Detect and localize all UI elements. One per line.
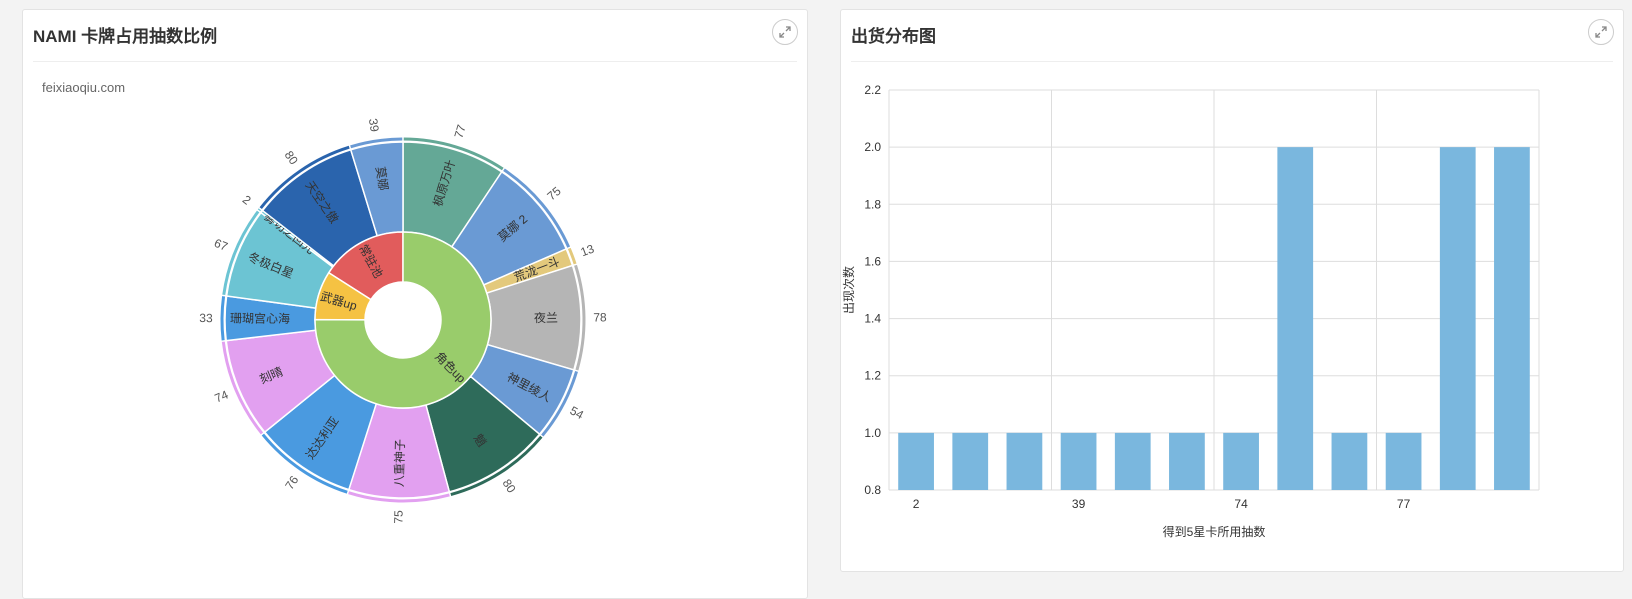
y-axis-title: 出现次数 <box>841 266 856 314</box>
bar[interactable] <box>1114 432 1151 490</box>
sunburst-value-label: 76 <box>282 473 301 492</box>
sunburst-value-label: 80 <box>500 477 519 496</box>
x-tick-label: 2 <box>913 497 920 511</box>
bar[interactable] <box>1223 432 1259 490</box>
bar[interactable] <box>1494 147 1530 490</box>
panel-divider <box>33 61 797 62</box>
panel-title: NAMI 卡牌占用抽数比例 <box>33 27 218 46</box>
sunburst-center <box>365 282 441 358</box>
bar[interactable] <box>898 432 934 490</box>
panel-divider <box>851 61 1613 62</box>
bar[interactable] <box>1006 432 1043 490</box>
y-tick-label: 1.4 <box>864 312 881 326</box>
x-tick-label: 39 <box>1072 497 1086 511</box>
sunburst-value-label: 67 <box>212 236 230 254</box>
sunburst-panel: NAMI 卡牌占用抽数比例 feixiaoqiu.com 枫原万叶 77 莫娜 27… <box>22 9 808 599</box>
bar[interactable] <box>1385 432 1422 490</box>
x-tick-label: 74 <box>1234 497 1248 511</box>
sunburst-outer-label: 珊瑚宫心海 <box>230 310 290 326</box>
y-tick-label: 1.2 <box>864 369 881 383</box>
sunburst-value-label: 77 <box>451 123 468 140</box>
sunburst-rim-arc <box>257 208 262 212</box>
sunburst-value-label: 78 <box>593 310 607 324</box>
bar[interactable] <box>1331 432 1368 490</box>
expand-icon <box>1595 26 1607 38</box>
expand-button[interactable] <box>1588 19 1614 45</box>
bar[interactable] <box>1277 147 1314 490</box>
sunburst-outer-label: 八重神子 <box>392 439 407 487</box>
sunburst-outer-label: 夜兰 <box>534 310 558 325</box>
y-tick-label: 1.6 <box>864 254 881 268</box>
sunburst-value-label: 33 <box>199 311 213 325</box>
y-tick-label: 1.8 <box>864 197 881 211</box>
bar[interactable] <box>952 432 989 490</box>
sunburst-rim-arc <box>220 296 226 341</box>
x-axis-title: 得到5星卡所用抽数 <box>1163 524 1266 539</box>
sunburst-value-label: 75 <box>544 184 563 204</box>
sunburst-value-label: 54 <box>568 403 587 422</box>
expand-icon <box>779 26 791 38</box>
y-tick-label: 1.0 <box>864 426 881 440</box>
sunburst-value-label: 75 <box>391 510 405 524</box>
sunburst-value-label: 80 <box>282 148 301 167</box>
bar[interactable] <box>1169 432 1205 490</box>
sunburst-chart: 枫原万叶77莫娜 275荒泷一斗13夜兰 78神里绫人54魈80八重神子75达达利… <box>199 118 607 524</box>
expand-button[interactable] <box>772 19 798 45</box>
y-tick-label: 0.8 <box>864 483 881 497</box>
panel-title: 出货分布图 <box>851 27 936 46</box>
sunburst-value-label: 2 <box>240 192 254 207</box>
sunburst-value-label: 74 <box>213 387 231 405</box>
bar[interactable] <box>1060 432 1097 490</box>
x-tick-label: 77 <box>1397 497 1411 511</box>
bar-chart: 0.8 1.0 1.2 1.4 1.6 1.8 2.0 2.2 2 39 74 77 得到5星卡所用抽数… <box>841 83 1540 539</box>
bar[interactable] <box>1439 147 1476 490</box>
bar-panel: 出货分布图 0.8 1.0 1.2 1.4 1.6 1.8 2.0 2.2 2 39 74 77 得到5… <box>840 9 1624 572</box>
sunburst-value-label: 39 <box>366 118 382 134</box>
y-tick-label: 2.0 <box>864 140 881 154</box>
y-tick-label: 2.2 <box>864 83 881 97</box>
sunburst-value-label: 13 <box>579 241 597 259</box>
